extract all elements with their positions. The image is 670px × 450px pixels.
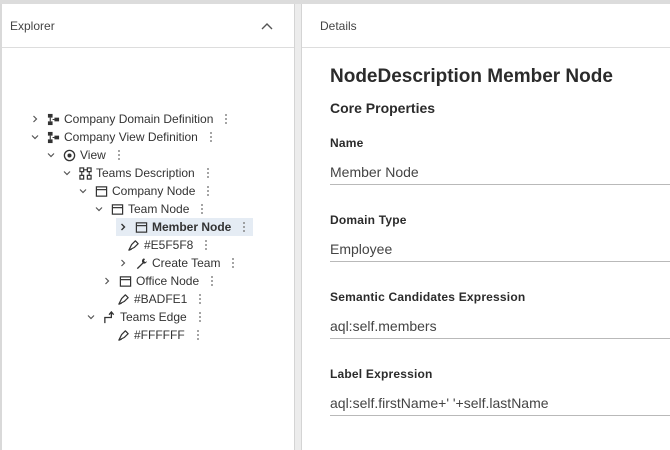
details-body: NodeDescription Member Node Core Propert… xyxy=(302,48,670,416)
chevron-down-icon[interactable] xyxy=(76,184,90,198)
label-expression-input[interactable]: aql:self.firstName+' '+self.lastName xyxy=(330,390,670,416)
tree-item-label: Teams Description xyxy=(96,166,195,180)
chevron-down-icon[interactable] xyxy=(44,148,58,162)
chevron-right-icon[interactable] xyxy=(100,274,114,288)
tree-item-company-node[interactable]: Company Node xyxy=(76,182,213,200)
node-title: NodeDescription Member Node xyxy=(330,66,613,87)
chevron-right-icon[interactable] xyxy=(116,220,130,234)
tree-item-label: View xyxy=(80,148,106,162)
edge-icon xyxy=(102,310,116,324)
semantic-candidates-expression-input[interactable]: aql:self.members xyxy=(330,313,670,339)
field-label: Semantic Candidates Expression xyxy=(330,290,526,304)
node-icon xyxy=(110,202,124,216)
tree-item-teams-description[interactable]: Teams Description xyxy=(60,164,213,182)
field-label-expression: Label Expression aql:self.firstName+' '+… xyxy=(330,367,670,416)
explorer-panel: Explorer Company Domain Definition Compa… xyxy=(0,4,294,450)
more-options-icon[interactable] xyxy=(239,222,249,232)
more-options-icon[interactable] xyxy=(114,150,124,160)
eye-icon xyxy=(62,148,76,162)
paint-icon xyxy=(116,328,130,342)
node-icon xyxy=(134,220,148,234)
tree-item-label: #BADFE1 xyxy=(134,292,188,306)
diagram-icon xyxy=(78,166,92,180)
more-options-icon[interactable] xyxy=(201,240,211,250)
tree-item-create-team[interactable]: Create Team xyxy=(116,254,238,272)
tree-item-company-view-definition[interactable]: Company View Definition xyxy=(28,128,216,146)
tree-item-team-node[interactable]: Team Node xyxy=(92,200,207,218)
tree-item-label: Company Domain Definition xyxy=(64,112,214,126)
more-options-icon[interactable] xyxy=(197,204,207,214)
more-options-icon[interactable] xyxy=(203,168,213,178)
tree-item-style-ffffff[interactable]: #FFFFFF xyxy=(116,326,203,344)
more-options-icon[interactable] xyxy=(221,114,231,124)
wrench-icon xyxy=(134,256,148,270)
tree-item-label: #FFFFFF xyxy=(134,328,185,342)
chevron-down-icon[interactable] xyxy=(28,130,42,144)
chevron-right-icon[interactable] xyxy=(28,112,42,126)
tree-item-label: Create Team xyxy=(152,256,221,270)
tree-item-member-node[interactable]: Member Node xyxy=(116,218,254,236)
field-semantic-candidates-expression: Semantic Candidates Expression aql:self.… xyxy=(330,290,670,339)
domain-icon xyxy=(46,112,60,126)
chevron-right-icon[interactable] xyxy=(116,256,130,270)
more-options-icon[interactable] xyxy=(203,186,213,196)
explorer-header: Explorer xyxy=(2,4,294,48)
tree-item-style-e5f5f8[interactable]: #E5F5F8 xyxy=(126,236,211,254)
more-options-icon[interactable] xyxy=(193,330,203,340)
tree-item-label: Company Node xyxy=(112,184,196,198)
details-title: Details xyxy=(320,18,357,33)
tree-item-teams-edge[interactable]: Teams Edge xyxy=(84,308,205,326)
field-label: Domain Type xyxy=(330,213,407,227)
node-icon xyxy=(94,184,108,198)
chevron-up-icon xyxy=(261,22,273,29)
field-label: Name xyxy=(330,136,364,150)
more-options-icon[interactable] xyxy=(207,276,217,286)
tree-item-style-badfe1[interactable]: #BADFE1 xyxy=(116,290,205,308)
more-options-icon[interactable] xyxy=(228,258,238,268)
tree-item-label: Team Node xyxy=(128,202,190,216)
details-header: Details xyxy=(302,4,670,48)
tree-item-label: #E5F5F8 xyxy=(144,238,194,252)
field-name: Name Member Node xyxy=(330,136,670,185)
more-options-icon[interactable] xyxy=(206,132,216,142)
tree-item-view[interactable]: View xyxy=(44,146,124,164)
tree-item-company-domain-definition[interactable]: Company Domain Definition xyxy=(28,110,231,128)
explorer-title: Explorer xyxy=(10,18,55,33)
paint-icon xyxy=(126,238,140,252)
name-input[interactable]: Member Node xyxy=(330,159,670,185)
explorer-tree: Company Domain Definition Company View D… xyxy=(2,48,294,342)
node-icon xyxy=(118,274,132,288)
collapse-panel-button[interactable] xyxy=(258,17,276,35)
field-label: Label Expression xyxy=(330,367,433,381)
tree-item-label: Member Node xyxy=(152,220,232,234)
panel-splitter[interactable] xyxy=(294,4,302,450)
section-title: Core Properties xyxy=(330,100,436,116)
field-domain-type: Domain Type Employee xyxy=(330,213,670,262)
chevron-down-icon[interactable] xyxy=(92,202,106,216)
tree-item-office-node[interactable]: Office Node xyxy=(100,272,217,290)
details-panel: Details NodeDescription Member Node Core… xyxy=(302,4,670,450)
domain-type-input[interactable]: Employee xyxy=(330,236,670,262)
domain-icon xyxy=(46,130,60,144)
chevron-down-icon[interactable] xyxy=(60,166,74,180)
tree-item-label: Teams Edge xyxy=(120,310,187,324)
paint-icon xyxy=(116,292,130,306)
tree-item-label: Office Node xyxy=(136,274,200,288)
tree-item-label: Company View Definition xyxy=(64,130,198,144)
more-options-icon[interactable] xyxy=(195,294,205,304)
chevron-down-icon[interactable] xyxy=(84,310,98,324)
more-options-icon[interactable] xyxy=(195,312,205,322)
